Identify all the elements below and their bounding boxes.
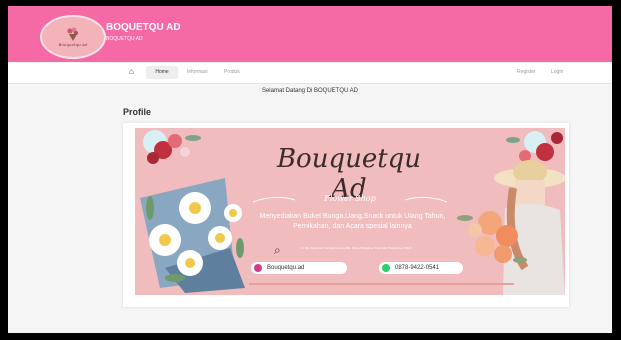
banner-description: Menyediakan Buket Bunga,Uang,Snack untuk… xyxy=(259,213,446,230)
whatsapp-number: 0878-9422-0541 xyxy=(395,265,440,271)
logo-text: Bouquetqu Ad xyxy=(58,42,88,47)
magnifier-icon: ⌕ xyxy=(274,243,281,257)
top-header: Bouquetqu Ad BOQUETQU AD BOQUETQU AD xyxy=(8,6,612,62)
site-title[interactable]: BOQUETQU AD xyxy=(106,22,181,33)
navbar: ⌂ Home Informasi Produk Register Login xyxy=(8,63,612,84)
browser-frame: Bouquetqu Ad BOQUETQU AD BOQUETQU AD ⌂ H… xyxy=(8,6,612,333)
flower-cluster-top-left xyxy=(143,130,201,164)
flower-cluster-top-right xyxy=(506,131,563,162)
nav-produk[interactable]: Produk xyxy=(224,66,240,79)
daisy-bouquet xyxy=(140,178,245,293)
nav-home[interactable]: Home xyxy=(146,66,178,79)
whatsapp-icon xyxy=(382,264,390,272)
instagram-icon xyxy=(254,264,262,272)
home-icon[interactable]: ⌂ xyxy=(129,67,134,76)
brand-logo[interactable]: Bouquetqu Ad xyxy=(40,15,106,59)
profile-heading: Profile xyxy=(123,107,152,117)
whatsapp-link[interactable]: 0878-9422-0541 xyxy=(379,262,463,274)
banner-divider xyxy=(249,283,514,285)
instagram-handle: Bouquetqu.ad xyxy=(267,265,305,271)
banner-subtitle: Flower Shop xyxy=(324,194,376,203)
login-link[interactable]: Login xyxy=(551,66,563,79)
bouquet-icon xyxy=(67,27,78,41)
banner-address: Jl. KH. Sapenan, Gendang Lurus Blk. Ruma… xyxy=(301,246,412,250)
site-subtitle: BOQUETQU AD xyxy=(106,36,143,42)
instagram-link[interactable]: Bouquetqu.ad xyxy=(251,262,347,274)
profile-banner: Bouquetqu Ad Flower Shop Menyediakan Buk… xyxy=(135,128,565,295)
welcome-text: Selamat Datang Di BOQUETQU AD xyxy=(261,88,359,94)
nav-informasi[interactable]: Informasi xyxy=(187,66,208,79)
register-link[interactable]: Register xyxy=(517,66,536,79)
